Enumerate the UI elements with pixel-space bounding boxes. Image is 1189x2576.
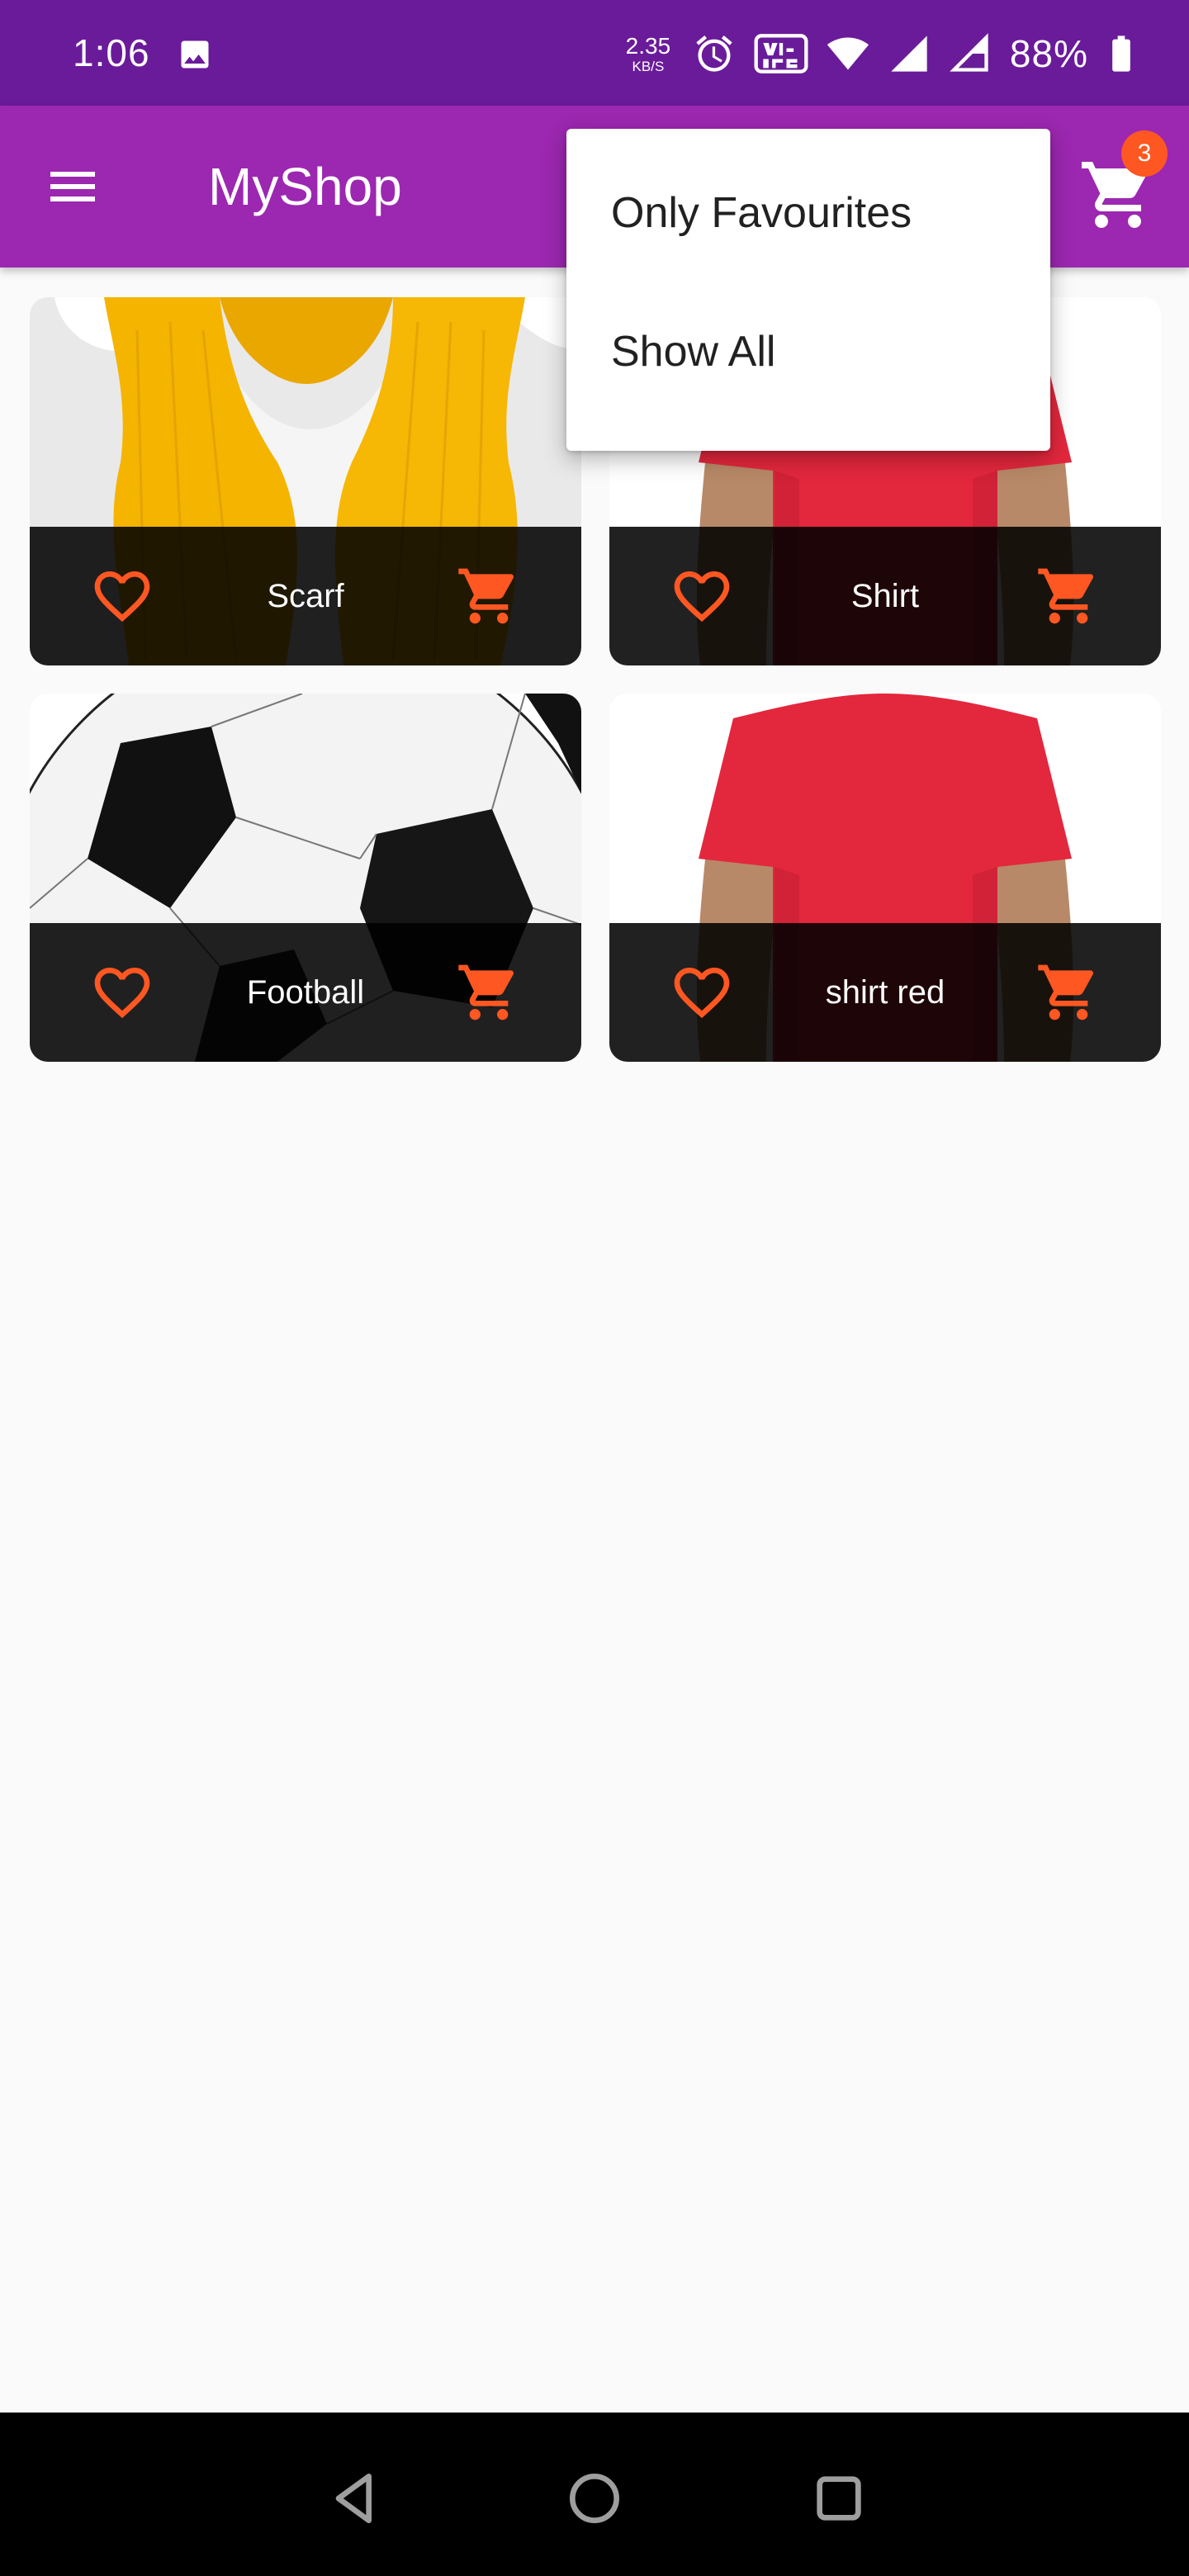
- product-footer: Football: [30, 923, 581, 1062]
- add-to-cart-icon[interactable]: [1035, 563, 1101, 629]
- product-card[interactable]: shirt red: [609, 694, 1161, 1062]
- product-card[interactable]: Football: [30, 694, 581, 1062]
- product-title: shirt red: [825, 974, 945, 1011]
- home-circle-icon[interactable]: [561, 2465, 628, 2531]
- battery-percent: 88%: [1009, 32, 1088, 75]
- product-footer: Scarf: [30, 527, 581, 665]
- favorite-heart-icon[interactable]: [669, 959, 735, 1025]
- product-footer: shirt red: [609, 923, 1161, 1062]
- product-title: Shirt: [850, 578, 920, 614]
- cell-signal-roaming-icon: [950, 33, 988, 72]
- status-icons: 2.35 KB/S 88%: [622, 25, 1143, 83]
- cart-count-badge: 3: [1121, 130, 1168, 177]
- filter-popup-menu: Only Favourites Show All: [566, 129, 1050, 451]
- image-notification-icon: [181, 40, 209, 69]
- cell-signal-icon: [891, 36, 927, 72]
- wifi-icon: [827, 37, 869, 70]
- favorite-heart-icon[interactable]: [669, 563, 735, 629]
- add-to-cart-icon[interactable]: [456, 959, 522, 1025]
- app-title: MyShop: [208, 157, 402, 216]
- product-footer: Shirt: [609, 527, 1161, 665]
- add-to-cart-icon[interactable]: [1035, 959, 1101, 1025]
- network-speed-value: 2.35: [625, 32, 671, 59]
- network-speed-unit: KB/S: [632, 58, 665, 74]
- alarm-icon: [696, 36, 732, 72]
- product-title: Scarf: [267, 578, 344, 614]
- back-triangle-icon[interactable]: [322, 2465, 388, 2531]
- recents-square-icon[interactable]: [806, 2465, 872, 2531]
- add-to-cart-icon[interactable]: [456, 563, 522, 629]
- favorite-heart-icon[interactable]: [89, 959, 155, 1025]
- status-time: 1:06: [73, 31, 150, 74]
- product-card[interactable]: Scarf: [30, 297, 581, 665]
- favorite-heart-icon[interactable]: [89, 563, 155, 629]
- product-title: Football: [246, 974, 365, 1011]
- menu-icon[interactable]: [43, 157, 102, 216]
- menu-item-show-all[interactable]: Show All: [566, 282, 1050, 421]
- system-nav-bar: [0, 2413, 1189, 2576]
- battery-icon: [1112, 36, 1130, 72]
- menu-item-only-favourites[interactable]: Only Favourites: [566, 144, 1050, 282]
- network-speed: 2.35 KB/S: [622, 32, 675, 74]
- volte-wifi-calling-icon: [754, 34, 808, 73]
- status-bar: 1:06 2.35 KB/S 88%: [0, 0, 1189, 106]
